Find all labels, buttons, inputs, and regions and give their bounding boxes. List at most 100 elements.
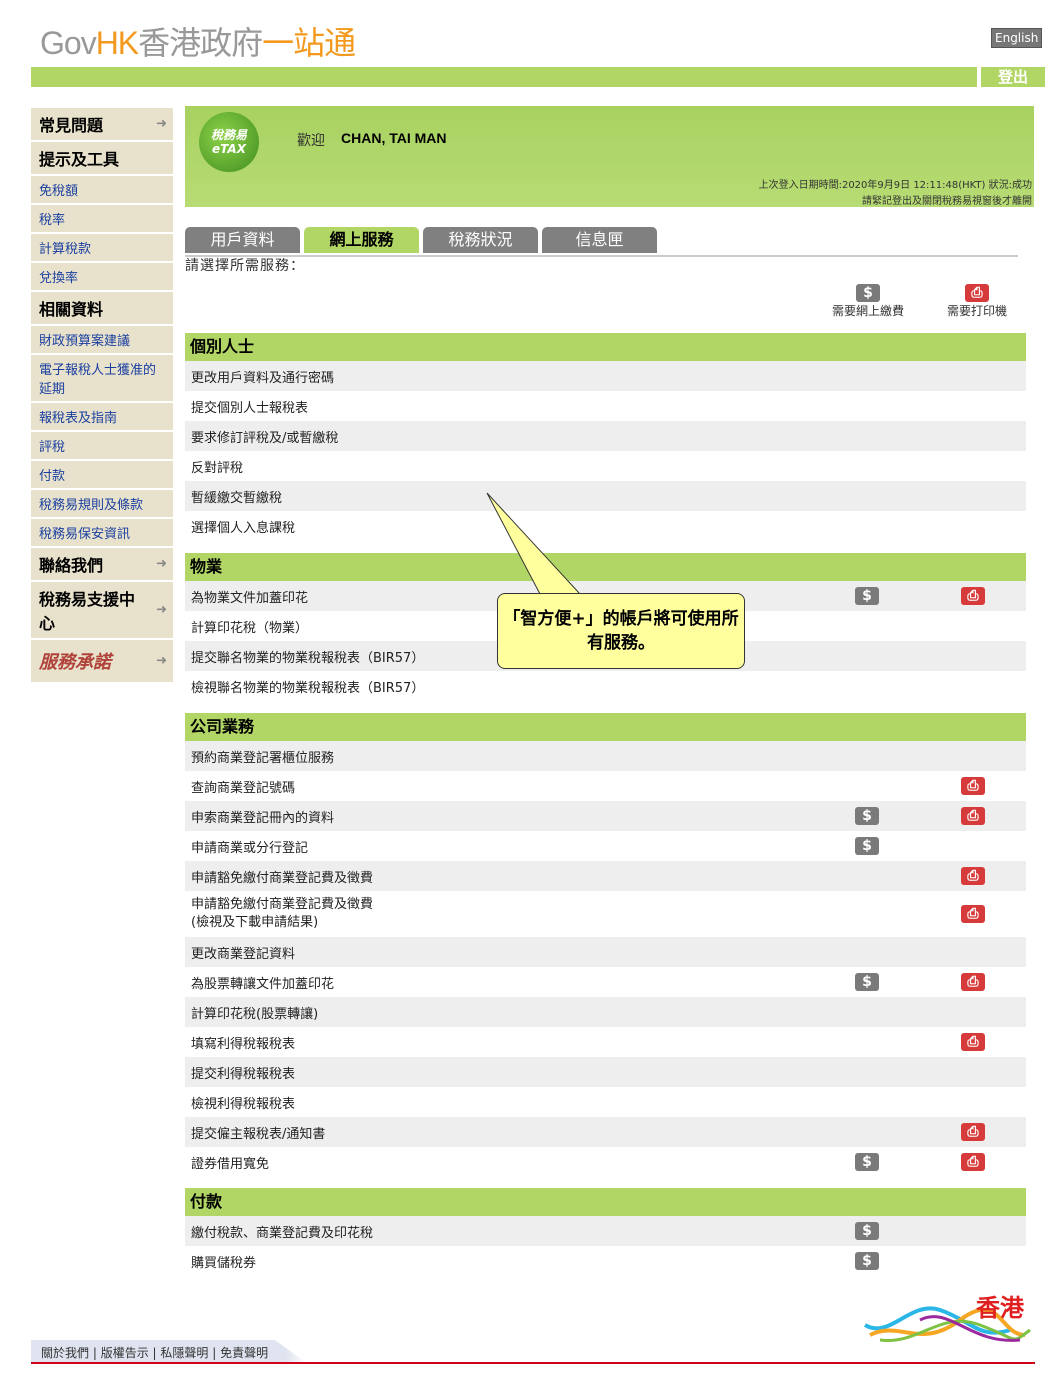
- service-link[interactable]: 申索商業登記冊內的資料: [191, 807, 334, 826]
- service-link[interactable]: 為股票轉讓文件加蓋印花: [191, 973, 334, 992]
- logout-reminder: 請緊記登出及關閉稅務易視窗後才離開: [862, 196, 1032, 207]
- service-link[interactable]: 申請豁免繳付商業登記費及徵費 (檢視及下載申請結果): [191, 896, 373, 932]
- service-row[interactable]: 購買儲稅券 $: [185, 1246, 1026, 1276]
- dollar-icon: $: [856, 284, 880, 302]
- tab-3[interactable]: 信息匣: [542, 227, 657, 253]
- sidebar-item[interactable]: 聯絡我們 ➜: [31, 548, 173, 582]
- sidebar-item[interactable]: 稅務易規則及條款: [31, 490, 173, 519]
- service-row[interactable]: 為股票轉讓文件加蓋印花 $ ⎙: [185, 967, 1026, 997]
- sidebar-item[interactable]: 財政預算案建議: [31, 326, 173, 355]
- service-row[interactable]: 預約商業登記署櫃位服務: [185, 741, 1026, 771]
- service-link[interactable]: 為物業文件加蓋印花: [191, 587, 308, 606]
- sidebar-item[interactable]: 報稅表及指南: [31, 403, 173, 432]
- sidebar-item[interactable]: 常見問題 ➜: [31, 108, 173, 142]
- printer-icon: ⎙: [961, 973, 985, 991]
- service-link[interactable]: 繳付稅款、商業登記費及印花稅: [191, 1222, 373, 1241]
- sidebar-item[interactable]: 服務承諾 ➜: [31, 640, 173, 684]
- service-link[interactable]: 暫緩繳交暫繳稅: [191, 487, 282, 506]
- service-row[interactable]: 申請豁免繳付商業登記費及徵費 ⎙: [185, 861, 1026, 891]
- service-row[interactable]: 要求修訂評稅及/或暫繳稅: [185, 421, 1026, 451]
- service-row[interactable]: 檢視利得稅報稅表: [185, 1087, 1026, 1117]
- svg-text:香港: 香港: [976, 1294, 1025, 1322]
- service-row[interactable]: 更改商業登記資料: [185, 937, 1026, 967]
- tab-bar: 用戶資料 網上服務 稅務狀況 信息匣: [185, 227, 1018, 257]
- sidebar-item[interactable]: 電子報稅人士獲准的延期: [31, 355, 173, 403]
- service-link[interactable]: 提交聯名物業的物業稅報稅表（BIR57）: [191, 647, 424, 666]
- service-row[interactable]: 計算印花稅(股票轉讓): [185, 997, 1026, 1027]
- sidebar-item[interactable]: 稅率: [31, 205, 173, 234]
- service-link[interactable]: 提交個別人士報稅表: [191, 397, 308, 416]
- service-link[interactable]: 購買儲稅券: [191, 1252, 256, 1271]
- service-link[interactable]: 檢視利得稅報稅表: [191, 1093, 295, 1112]
- sidebar-item[interactable]: 兌換率: [31, 263, 173, 292]
- service-link[interactable]: 要求修訂評稅及/或暫繳稅: [191, 427, 338, 446]
- service-row[interactable]: 提交僱主報稅表/通知書 ⎙: [185, 1117, 1026, 1147]
- tab-0[interactable]: 用戶資料: [185, 227, 300, 253]
- callout-pointer: [486, 492, 582, 595]
- service-row[interactable]: 暫緩繳交暫繳稅: [185, 481, 1026, 511]
- tab-2[interactable]: 稅務狀況: [423, 227, 538, 253]
- service-row[interactable]: 提交利得稅報稅表: [185, 1057, 1026, 1087]
- logout-button[interactable]: 登出: [981, 67, 1045, 87]
- section-header: 付款: [185, 1188, 1026, 1216]
- footer-divider: [31, 1362, 1035, 1364]
- section-rows: 預約商業登記署櫃位服務 查詢商業登記號碼 ⎙ 申索商業登記冊內的資料 $ ⎙ 申請商業或分行…: [185, 741, 1026, 1177]
- service-row[interactable]: 申索商業登記冊內的資料 $ ⎙: [185, 801, 1026, 831]
- footer-link[interactable]: 關於我們: [41, 1346, 89, 1360]
- service-row[interactable]: 申請商業或分行登記 $: [185, 831, 1026, 861]
- sidebar-item[interactable]: 稅務易保安資訊: [31, 519, 173, 548]
- service-row[interactable]: 申請豁免繳付商業登記費及徵費 (檢視及下載申請結果) ⎙: [185, 891, 1026, 937]
- service-link[interactable]: 填寫利得稅報稅表: [191, 1033, 295, 1052]
- service-link[interactable]: 更改商業登記資料: [191, 943, 295, 962]
- service-link[interactable]: 申請豁免繳付商業登記費及徵費: [191, 867, 373, 886]
- tab-1[interactable]: 網上服務: [304, 227, 419, 253]
- service-row[interactable]: 查詢商業登記號碼 ⎙: [185, 771, 1026, 801]
- service-link[interactable]: 更改用戶資料及通行密碼: [191, 367, 334, 386]
- service-link[interactable]: 證券借用寬免: [191, 1153, 269, 1172]
- dollar-icon: $: [855, 973, 879, 991]
- service-link[interactable]: 檢視聯名物業的物業稅報稅表（BIR57）: [191, 677, 424, 696]
- etax-logo: 稅務易 eTAX: [199, 112, 259, 172]
- printer-icon: ⎙: [961, 587, 985, 605]
- service-link[interactable]: 計算印花稅(股票轉讓): [191, 1003, 318, 1022]
- section-header: 個別人士: [185, 333, 1026, 361]
- greeting: 歡迎: [297, 133, 325, 149]
- service-link[interactable]: 查詢商業登記號碼: [191, 777, 295, 796]
- sidebar-item[interactable]: 稅務易支援中心 ➜: [31, 582, 173, 640]
- service-row[interactable]: 填寫利得稅報稅表 ⎙: [185, 1027, 1026, 1057]
- service-link[interactable]: 預約商業登記署櫃位服務: [191, 747, 334, 766]
- footer-link[interactable]: 免責聲明: [220, 1346, 268, 1360]
- section: 公司業務 預約商業登記署櫃位服務 查詢商業登記號碼 ⎙ 申索商業登記冊內的資料 $ ⎙ 申請商…: [185, 713, 1026, 1177]
- sidebar-item[interactable]: 評稅: [31, 432, 173, 461]
- service-row[interactable]: 繳付稅款、商業登記費及印花稅 $: [185, 1216, 1026, 1246]
- sidebar-item[interactable]: 提示及工具: [31, 142, 173, 176]
- sidebar-item-label: 稅務易保安資訊: [39, 527, 131, 542]
- sidebar-item[interactable]: 計算稅款: [31, 234, 173, 263]
- english-button[interactable]: English: [991, 28, 1043, 48]
- service-row[interactable]: 檢視聯名物業的物業稅報稅表（BIR57）: [185, 671, 1026, 701]
- footer-link[interactable]: 版權告示: [101, 1346, 149, 1360]
- arrow-right-icon: ➜: [156, 116, 167, 132]
- printer-icon: ⎙: [961, 1123, 985, 1141]
- sidebar-item-label: 相關資料: [39, 300, 104, 319]
- arrow-right-icon: ➜: [156, 556, 167, 572]
- sidebar: 常見問題 ➜ 提示及工具免稅額 稅率 計算稅款 兌換率相關資料財政預算案建議 電子報稅人士獲…: [31, 108, 173, 684]
- sidebar-item[interactable]: 相關資料: [31, 292, 173, 326]
- govhk-logo[interactable]: GovHK香港政府一站通: [40, 18, 356, 64]
- service-row[interactable]: 證券借用寬免 $ ⎙: [185, 1147, 1026, 1177]
- service-link[interactable]: 提交利得稅報稅表: [191, 1063, 295, 1082]
- separator: |: [148, 1346, 161, 1360]
- sidebar-item[interactable]: 免稅額: [31, 176, 173, 205]
- service-link[interactable]: 計算印花稅（物業）: [191, 617, 308, 636]
- sidebar-item-label: 提示及工具: [39, 150, 120, 169]
- service-row[interactable]: 更改用戶資料及通行密碼: [185, 361, 1026, 391]
- service-row[interactable]: 反對評稅: [185, 451, 1026, 481]
- service-row[interactable]: 提交個別人士報稅表: [185, 391, 1026, 421]
- sidebar-item[interactable]: 付款: [31, 461, 173, 490]
- service-link[interactable]: 提交僱主報稅表/通知書: [191, 1123, 325, 1142]
- service-link[interactable]: 選擇個人入息課稅: [191, 517, 295, 536]
- service-link[interactable]: 反對評稅: [191, 457, 243, 476]
- footer-link[interactable]: 私隱聲明: [160, 1346, 208, 1360]
- service-link[interactable]: 申請商業或分行登記: [191, 837, 308, 856]
- service-row[interactable]: 選擇個人入息課稅: [185, 511, 1026, 541]
